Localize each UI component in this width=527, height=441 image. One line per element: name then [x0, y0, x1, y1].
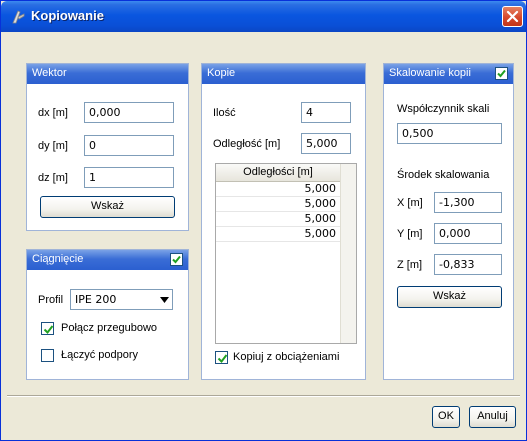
ok-button[interactable]: OK: [432, 406, 460, 428]
y-input[interactable]: 0,000: [434, 223, 502, 244]
dialog-window: Kopiowanie Wektor dx [m] 0,000 dy [m] 0 …: [0, 0, 527, 441]
skalowanie-panel: Skalowanie kopii Współczynnik skali 0,50…: [383, 63, 514, 380]
kopie-title: Kopie: [207, 67, 236, 79]
x-label: X [m]: [397, 197, 423, 209]
profil-value: IPE 200: [75, 293, 117, 306]
odleglosc-label: Odległość [m]: [213, 138, 281, 150]
srodek-label: Środek skalowania: [397, 169, 490, 181]
ilosc-input[interactable]: 4: [301, 102, 351, 123]
ciagniecie-panel: Ciągnięcie Profil IPE 200 Połącz przegub…: [26, 249, 189, 380]
kopiuj-checkbox[interactable]: [215, 351, 228, 364]
odleglosci-table: Odległości [m] 5,000 5,000 5,000 5,000: [215, 163, 357, 344]
table-row[interactable]: 5,000: [216, 182, 340, 197]
skalowanie-checkbox[interactable]: [495, 67, 508, 80]
dz-input[interactable]: 1: [84, 167, 174, 188]
table-scrollbar[interactable]: [340, 164, 356, 343]
kopiuj-label[interactable]: Kopiuj z obciążeniami: [233, 351, 339, 363]
dy-label: dy [m]: [38, 140, 68, 152]
dx-label: dx [m]: [38, 107, 68, 119]
app-icon: [9, 8, 27, 26]
polacz-checkbox[interactable]: [41, 322, 54, 335]
z-input[interactable]: -0,833: [434, 254, 502, 275]
skalowanie-header: Skalowanie kopii: [384, 64, 513, 84]
ciagniecie-title: Ciągnięcie: [32, 253, 84, 265]
kopie-header: Kopie: [202, 64, 365, 84]
wektor-wskaz-button[interactable]: Wskaż: [40, 196, 175, 218]
odleglosci-rows: 5,000 5,000 5,000 5,000: [216, 182, 340, 242]
polacz-label[interactable]: Połącz przegubowo: [61, 322, 157, 334]
ciagniecie-header: Ciągnięcie: [27, 250, 188, 270]
checkmark-icon: [217, 354, 228, 364]
checkmark-icon: [172, 255, 181, 264]
odleglosci-header: Odległości [m]: [216, 164, 340, 182]
profil-select[interactable]: IPE 200: [70, 289, 173, 310]
kopie-panel: Kopie Ilość 4 Odległość [m] 5,000 Odległ…: [201, 63, 366, 380]
table-row[interactable]: 5,000: [216, 197, 340, 212]
checkmark-icon: [497, 69, 506, 78]
skalowanie-wskaz-button[interactable]: Wskaż: [397, 286, 502, 308]
dz-label: dz [m]: [38, 172, 68, 184]
wektor-panel: Wektor dx [m] 0,000 dy [m] 0 dz [m] 1 Ws…: [26, 63, 189, 231]
profil-label: Profil: [38, 294, 64, 306]
table-row[interactable]: 5,000: [216, 227, 340, 242]
wektor-header: Wektor: [27, 64, 188, 84]
z-label: Z [m]: [397, 259, 423, 271]
wspolczynnik-label: Współczynnik skali: [397, 103, 490, 115]
chevron-down-icon: [160, 297, 169, 303]
ilosc-label: Ilość: [213, 107, 236, 119]
laczyc-label[interactable]: Łączyć podpory: [61, 349, 138, 361]
wektor-title: Wektor: [32, 67, 67, 79]
checkmark-icon: [43, 325, 54, 335]
close-button[interactable]: [502, 6, 523, 27]
y-label: Y [m]: [397, 228, 423, 240]
title-bar[interactable]: Kopiowanie: [1, 1, 526, 32]
footer-separator: [7, 395, 520, 397]
dy-input[interactable]: 0: [84, 135, 174, 156]
table-row[interactable]: 5,000: [216, 212, 340, 227]
skalowanie-title: Skalowanie kopii: [389, 67, 471, 79]
laczyc-checkbox[interactable]: [41, 349, 54, 362]
x-input[interactable]: -1,300: [434, 192, 502, 213]
close-icon: [506, 10, 519, 23]
dx-input[interactable]: 0,000: [84, 102, 174, 123]
odleglosc-input[interactable]: 5,000: [301, 133, 351, 154]
ciagniecie-checkbox[interactable]: [170, 253, 183, 266]
wspolczynnik-input[interactable]: 0,500: [397, 123, 502, 144]
window-title: Kopiowanie: [31, 8, 104, 23]
cancel-button[interactable]: Anuluj: [469, 406, 516, 428]
